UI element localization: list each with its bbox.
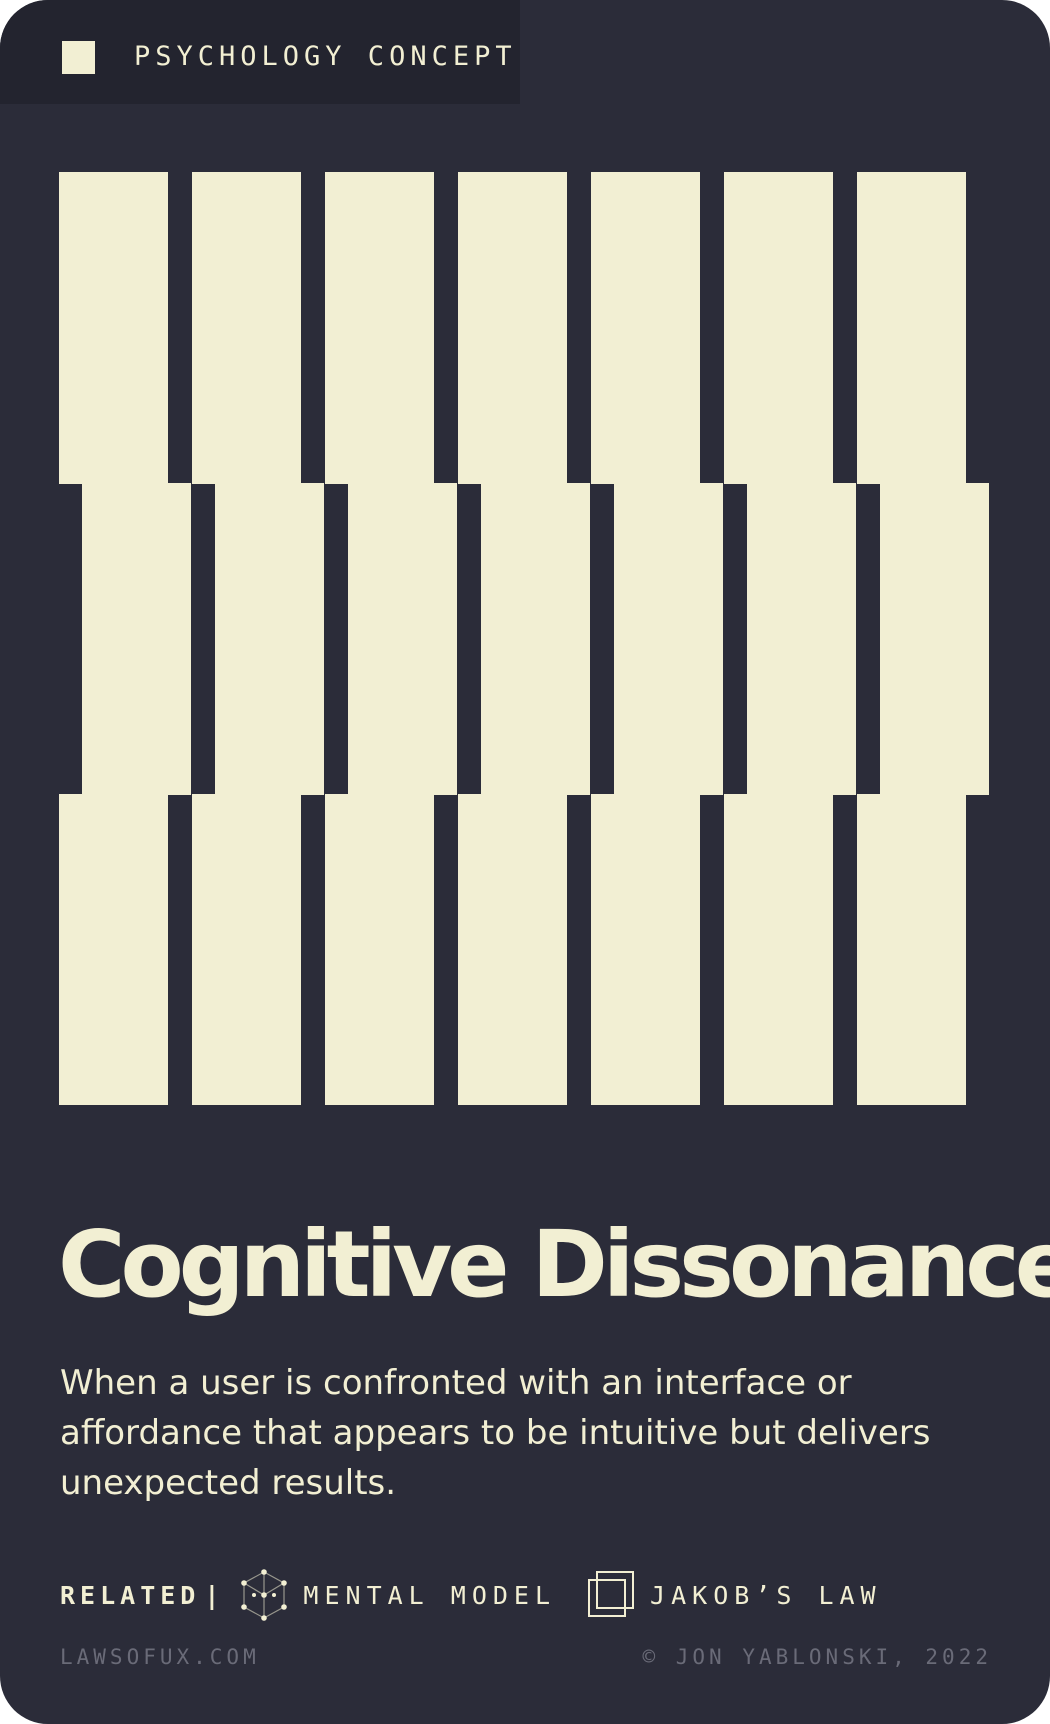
pattern-bar bbox=[325, 794, 434, 1105]
related-section: RELATED | MENTAL MODEL JAKOB’S LAW bbox=[60, 1568, 882, 1622]
pattern-bar bbox=[857, 794, 966, 1105]
related-link-jakobs-law[interactable]: JAKOB’S LAW bbox=[584, 1568, 882, 1622]
pattern-bar bbox=[614, 483, 723, 795]
stacked-squares-icon bbox=[588, 1571, 635, 1617]
pattern-bar bbox=[192, 794, 301, 1105]
pattern-bar bbox=[724, 172, 833, 484]
pattern-bar bbox=[348, 483, 457, 795]
pattern-bar bbox=[59, 172, 168, 484]
pattern-bar bbox=[458, 794, 567, 1105]
related-link-label: JAKOB’S LAW bbox=[650, 1580, 882, 1610]
cube-dots-icon bbox=[241, 1569, 288, 1621]
related-link-label: MENTAL MODEL bbox=[303, 1580, 557, 1610]
pattern-bar bbox=[215, 483, 324, 795]
concept-description: When a user is confronted with an interf… bbox=[60, 1363, 931, 1503]
pattern-bar bbox=[82, 483, 191, 795]
pattern-bar bbox=[325, 172, 434, 484]
pattern-bar bbox=[724, 794, 833, 1105]
pattern-bar bbox=[192, 172, 301, 484]
concept-card: PSYCHOLOGY CONCEPT Cognitive Dissonance … bbox=[0, 0, 1050, 1724]
pattern-bar bbox=[591, 794, 700, 1105]
pattern-bar bbox=[458, 172, 567, 484]
related-link-mental-model[interactable]: MENTAL MODEL bbox=[237, 1568, 556, 1622]
offset-bars-illustration bbox=[59, 172, 989, 1105]
copyright-credit: © JON YABLONSKI, 2022 bbox=[642, 1645, 992, 1669]
related-label: RELATED bbox=[60, 1580, 201, 1610]
pattern-bar bbox=[481, 483, 590, 795]
pattern-bar bbox=[857, 172, 966, 484]
site-url[interactable]: LAWSOFUX.COM bbox=[60, 1644, 260, 1670]
page-title: Cognitive Dissonance bbox=[58, 1211, 1050, 1318]
pattern-bar bbox=[880, 483, 989, 795]
pattern-bar bbox=[591, 172, 700, 484]
pattern-bar bbox=[59, 794, 168, 1105]
pattern-bar bbox=[747, 483, 856, 795]
related-separator: | bbox=[204, 1580, 220, 1610]
